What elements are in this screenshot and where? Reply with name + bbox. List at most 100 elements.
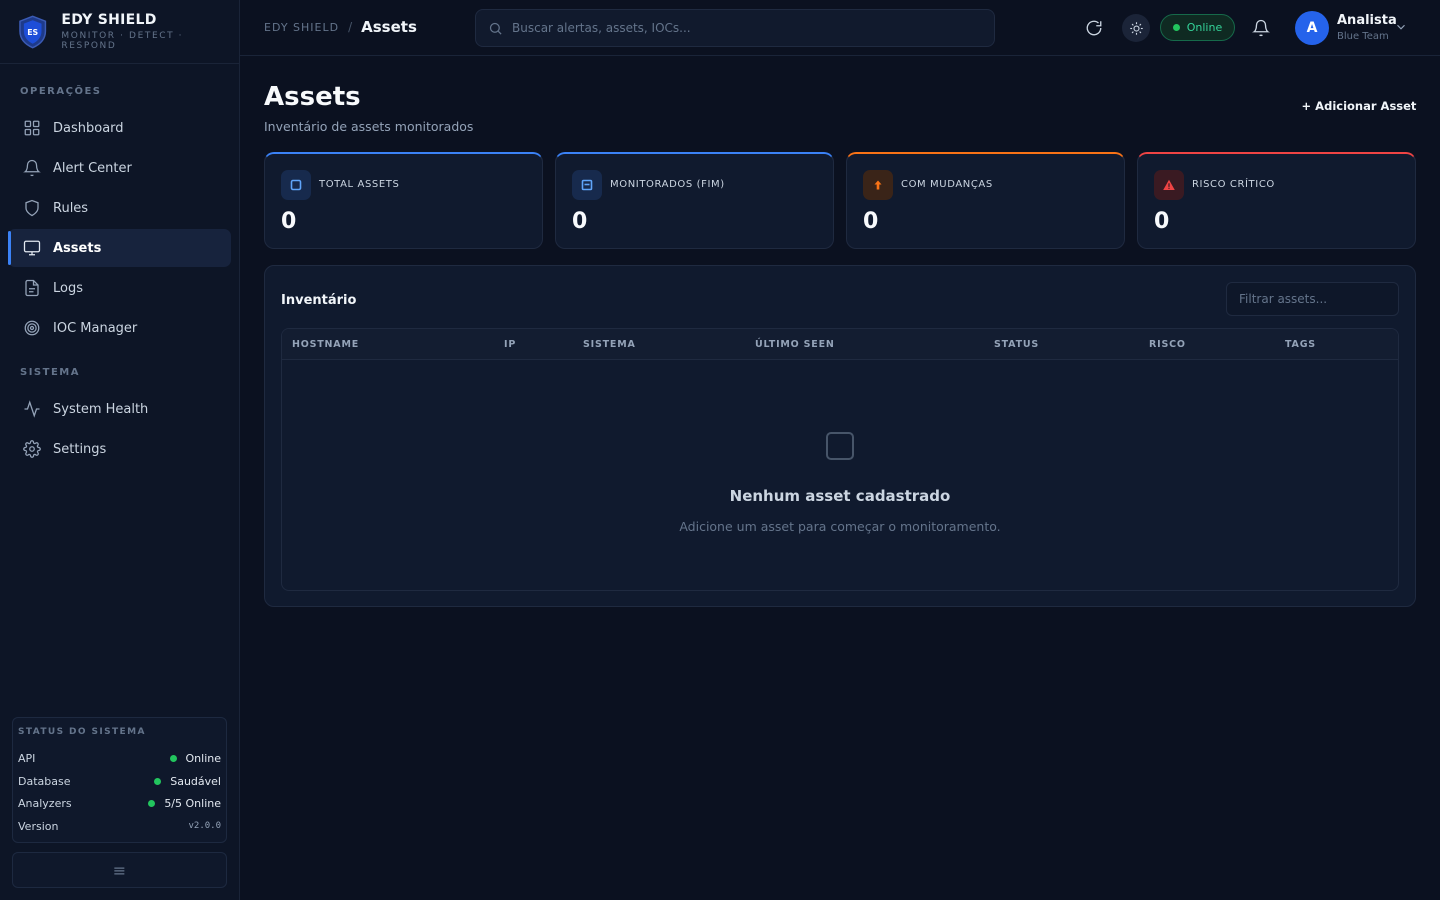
user-menu-toggle[interactable] xyxy=(1394,20,1408,34)
sidebar-item-label: Dashboard xyxy=(53,120,124,136)
chevron-down-icon xyxy=(1397,24,1405,30)
stat-icon-box xyxy=(1154,170,1184,200)
status-label: API xyxy=(18,751,36,765)
status-label: Database xyxy=(18,774,71,788)
column-header-status[interactable]: STATUS xyxy=(994,339,1039,350)
square-icon xyxy=(290,179,302,191)
notifications-button[interactable] xyxy=(1247,14,1275,42)
status-dot-icon xyxy=(148,800,156,808)
inventory-title: Inventário xyxy=(281,293,357,308)
column-header-sistema[interactable]: SISTEMA xyxy=(583,339,636,350)
monitor-icon xyxy=(23,240,41,256)
sidebar-item-label: Settings xyxy=(53,441,107,457)
column-header-hostname[interactable]: HOSTNAME xyxy=(292,339,359,350)
inventory-panel: Inventário HOSTNAME IP SISTEMA ÚLTIMO SE… xyxy=(264,265,1416,607)
connection-status-label: Online xyxy=(1186,21,1223,34)
gear-icon xyxy=(23,440,41,458)
status-value: Online xyxy=(185,751,221,765)
target-icon xyxy=(24,320,40,336)
stat-label: RISCO CRÍTICO xyxy=(1192,179,1275,190)
system-status-panel: STATUS DO SISTEMA API Online Database Sa… xyxy=(12,717,227,843)
empty-state-subtitle: Adicione um asset para começar o monitor… xyxy=(679,519,1001,534)
stat-label: TOTAL ASSETS xyxy=(319,179,400,190)
sidebar-collapse-button[interactable]: ≡ xyxy=(12,852,227,888)
brand-tagline: MONITOR · DETECT · RESPOND xyxy=(61,31,184,51)
system-status-title: STATUS DO SISTEMA xyxy=(18,727,146,737)
status-row-api: API Online xyxy=(18,747,221,770)
status-label: Analyzers xyxy=(18,797,72,811)
bell-icon xyxy=(23,159,41,177)
sidebar-item-logs[interactable]: Logs xyxy=(8,269,231,307)
sidebar: ES EDY SHIELD MONITOR · DETECT · RESPOND… xyxy=(0,0,240,900)
sidebar-item-label: Assets xyxy=(53,240,102,256)
status-dot-icon xyxy=(169,754,177,762)
warning-icon xyxy=(1163,179,1175,190)
column-header-ip[interactable]: IP xyxy=(504,339,516,350)
sidebar-item-label: Rules xyxy=(53,200,89,216)
stat-card-risco-critico: RISCO CRÍTICO 0 xyxy=(1137,152,1416,249)
theme-toggle-button[interactable] xyxy=(1122,14,1150,42)
sidebar-item-ioc-manager[interactable]: IOC Manager xyxy=(8,309,231,347)
filter-assets-input[interactable] xyxy=(1226,282,1399,316)
stat-card-total-assets: TOTAL ASSETS 0 xyxy=(264,152,543,249)
table-header: HOSTNAME IP SISTEMA ÚLTIMO SEEN STATUS R… xyxy=(282,329,1398,360)
status-value: 5/5 Online xyxy=(164,797,221,811)
avatar[interactable]: A xyxy=(1295,11,1329,45)
arrow-up-icon xyxy=(874,180,882,190)
file-icon xyxy=(25,279,39,297)
assets-table: HOSTNAME IP SISTEMA ÚLTIMO SEEN STATUS R… xyxy=(281,328,1399,591)
status-dot-icon xyxy=(154,777,162,785)
topbar: EDY SHIELD / Assets Online A Analista Bl… xyxy=(240,0,1440,56)
breadcrumb-root[interactable]: EDY SHIELD xyxy=(264,21,339,34)
column-header-ultimo-seen[interactable]: ÚLTIMO SEEN xyxy=(755,339,835,350)
page-subtitle: Inventário de assets monitorados xyxy=(264,119,474,134)
stat-value: 0 xyxy=(281,209,297,234)
stat-value: 0 xyxy=(572,209,588,234)
search-icon xyxy=(489,22,502,35)
activity-icon xyxy=(24,400,40,418)
status-row-analyzers: Analyzers 5/5 Online xyxy=(18,792,221,815)
breadcrumb: EDY SHIELD / Assets xyxy=(264,18,417,36)
sidebar-item-dashboard[interactable]: Dashboard xyxy=(8,109,231,147)
sidebar-item-label: IOC Manager xyxy=(53,320,138,336)
status-label: Version xyxy=(18,819,59,833)
column-header-tags[interactable]: TAGS xyxy=(1285,339,1316,350)
sidebar-item-label: Logs xyxy=(53,280,83,296)
stat-value: 0 xyxy=(1154,209,1170,234)
sidebar-item-alert-center[interactable]: Alert Center xyxy=(8,149,231,187)
sidebar-item-rules[interactable]: Rules xyxy=(8,189,231,227)
sidebar-item-label: System Health xyxy=(53,401,149,417)
refresh-icon xyxy=(1086,20,1102,36)
sidebar-item-settings[interactable]: Settings xyxy=(8,430,231,468)
add-asset-button[interactable]: + Adicionar Asset xyxy=(1300,99,1418,117)
grid-icon xyxy=(24,120,40,136)
brand-name: EDY SHIELD xyxy=(61,12,157,28)
column-header-risco[interactable]: RISCO xyxy=(1149,339,1186,350)
stat-value: 0 xyxy=(863,209,879,234)
user-name[interactable]: Analista xyxy=(1337,13,1397,28)
search-input[interactable] xyxy=(512,21,972,35)
breadcrumb-separator: / xyxy=(348,20,353,34)
status-value: v2.0.0 xyxy=(188,821,221,832)
shield-logo-icon: ES xyxy=(19,15,47,48)
sun-icon xyxy=(1129,21,1143,35)
status-row-version: Version v2.0.0 xyxy=(18,815,221,838)
refresh-button[interactable] xyxy=(1080,14,1108,42)
sidebar-item-system-health[interactable]: System Health xyxy=(8,390,231,428)
stat-card-monitorados: MONITORADOS (FIM) 0 xyxy=(555,152,834,249)
empty-state-title: Nenhum asset cadastrado xyxy=(729,487,951,505)
monitor-icon xyxy=(581,179,593,191)
empty-box-icon xyxy=(826,432,854,460)
status-value: Saudável xyxy=(170,774,221,788)
bell-icon xyxy=(1252,19,1270,37)
svg-text:ES: ES xyxy=(27,27,38,36)
connection-status-badge: Online xyxy=(1160,14,1235,41)
breadcrumb-current: Assets xyxy=(361,18,417,36)
stat-label: MONITORADOS (FIM) xyxy=(610,179,725,190)
brand[interactable]: ES EDY SHIELD MONITOR · DETECT · RESPOND xyxy=(0,0,239,64)
status-dot-icon xyxy=(1172,24,1180,31)
sidebar-item-assets[interactable]: Assets xyxy=(8,229,231,267)
stat-card-com-mudancas: COM MUDANÇAS 0 xyxy=(846,152,1125,249)
user-role: Blue Team xyxy=(1337,31,1389,42)
status-row-database: Database Saudável xyxy=(18,770,221,793)
